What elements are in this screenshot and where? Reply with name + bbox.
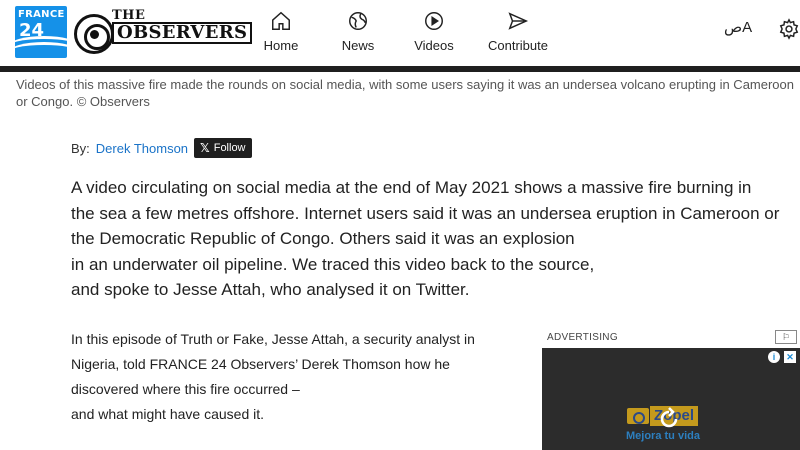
nav-news[interactable]: News — [318, 10, 398, 53]
observers-logo[interactable]: THE OBSERVERS — [74, 8, 253, 56]
france24-logo-text: FRANCE — [18, 9, 65, 20]
send-icon — [508, 12, 529, 30]
ad-close-icon[interactable]: ✕ — [784, 351, 796, 363]
play-circle-icon — [425, 12, 443, 30]
author-link[interactable]: Derek Thomson — [96, 141, 188, 156]
follow-button[interactable]: 𝕏 Follow — [194, 138, 252, 158]
france24-logo[interactable]: FRANCE 24 — [15, 6, 67, 58]
body-line: discovered where this fire occurred – — [71, 381, 300, 397]
globe-icon — [349, 12, 367, 30]
eye-icon — [74, 14, 114, 54]
gear-icon[interactable] — [778, 18, 800, 40]
nav-news-label: News — [341, 38, 375, 53]
replay-icon[interactable] — [657, 407, 681, 431]
lead-line: the sea a few metres offshore. Internet … — [71, 203, 780, 223]
article-lead: A video circulating on social media at t… — [71, 175, 800, 303]
key-icon — [627, 408, 649, 424]
body-line: and what might have caused it. — [71, 406, 265, 422]
byline-prefix: By: — [71, 140, 90, 156]
x-logo-icon: 𝕏 — [200, 141, 210, 155]
lead-line: in an underwater oil pipeline. We traced… — [71, 254, 595, 274]
lead-line: the Democratic Republic of Congo. Others… — [71, 229, 575, 248]
ad-report-icon[interactable]: ⚐ — [775, 330, 797, 344]
nav-contribute-label: Contribute — [488, 38, 548, 53]
ad-info-icon[interactable]: i — [768, 351, 780, 363]
language-icon[interactable]: ص‌A — [724, 18, 752, 36]
nav-videos-label: Videos — [414, 38, 454, 53]
ad-creative[interactable]: i ✕ Zopel Mejora tu vida — [542, 348, 800, 450]
header-divider — [0, 66, 800, 72]
nav-contribute[interactable]: Contribute — [478, 10, 558, 53]
body-line: In this episode of Truth or Fake, Jesse … — [71, 331, 475, 347]
france24-logo-wave-2 — [15, 42, 67, 58]
article-body: In this episode of Truth or Fake, Jesse … — [71, 327, 531, 427]
nav-videos[interactable]: Videos — [394, 10, 474, 53]
advertisement: ADVERTISING ⚐ i ✕ Zopel Mejora tu vida — [542, 327, 800, 450]
observers-logo-the: THE — [112, 8, 146, 23]
lead-line: and spoke to Jesse Attah, who analysed i… — [71, 280, 470, 299]
site-header: FRANCE 24 THE OBSERVERS Home News Videos — [0, 0, 800, 66]
body-line: Nigeria, told FRANCE 24 Observers’ Derek… — [71, 356, 450, 372]
nav-home-label: Home — [263, 38, 299, 53]
byline: By: Derek Thomson 𝕏 Follow — [71, 138, 252, 158]
ad-label: ADVERTISING — [547, 332, 618, 343]
nav-home[interactable]: Home — [241, 10, 321, 53]
home-icon — [272, 11, 290, 30]
image-caption: Videos of this massive fire made the rou… — [16, 77, 795, 109]
ad-tagline: Mejora tu vida — [626, 430, 700, 442]
observers-logo-name: OBSERVERS — [112, 22, 253, 44]
follow-label: Follow — [213, 142, 246, 154]
lead-line: A video circulating on social media at t… — [71, 178, 752, 197]
